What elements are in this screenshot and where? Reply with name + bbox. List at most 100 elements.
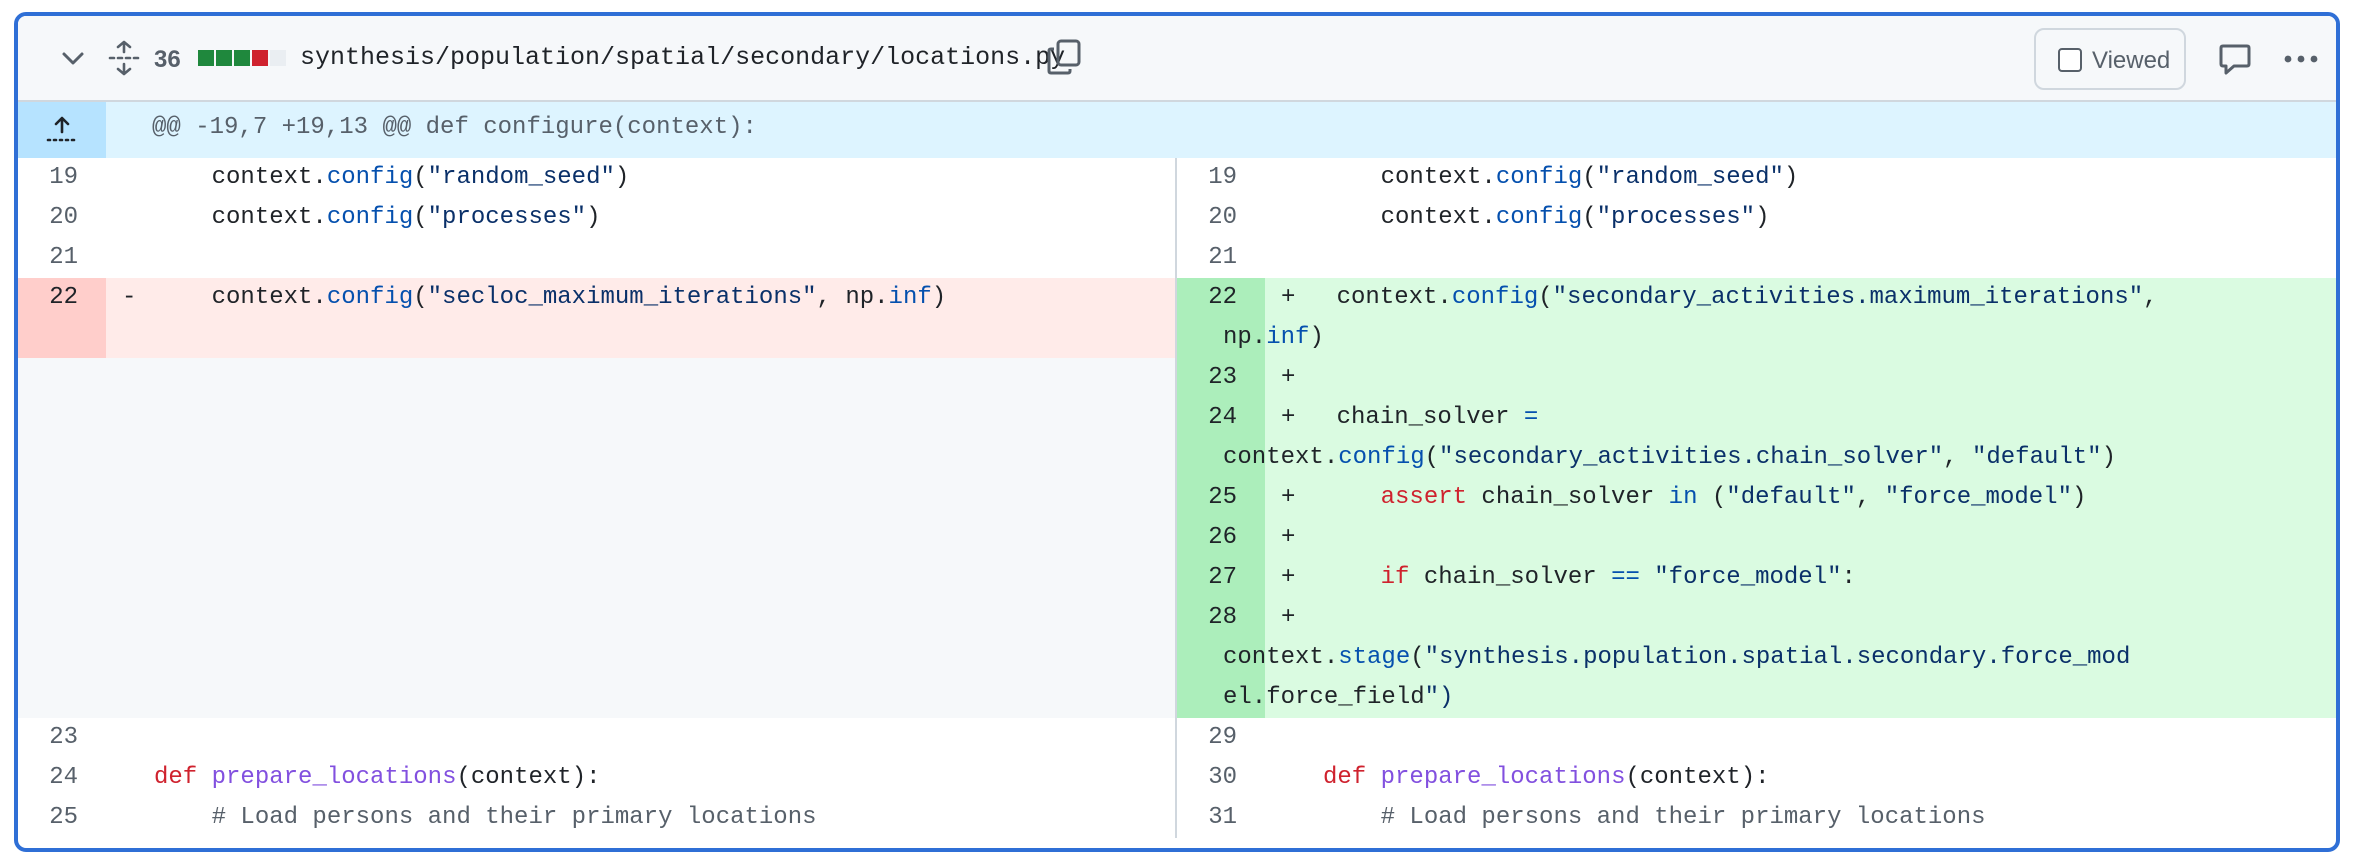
code-line: context.config("processes") [154, 204, 601, 231]
diffstat-block [198, 50, 214, 66]
line-number[interactable]: 31 [1177, 798, 1265, 838]
line-number[interactable]: 27 [1177, 558, 1265, 598]
left-cell: 25 # Load persons and their primary loca… [18, 798, 1177, 838]
code-line: chain_solver = context.config("secondary… [1223, 404, 2116, 471]
kebab-icon[interactable] [2282, 44, 2320, 74]
line-number[interactable]: 25 [18, 798, 106, 838]
left-cell [18, 558, 1177, 598]
diff-row: 24 def prepare_locations(context): 30 def p… [18, 758, 2336, 798]
line-number[interactable]: 20 [18, 198, 106, 238]
right-cell: 29 [1177, 718, 2336, 758]
deletion-marker: - [122, 284, 137, 311]
line-number[interactable]: 22 [18, 278, 106, 358]
right-cell: 25 + assert chain_solver in ("default", "… [1177, 478, 2336, 518]
line-number[interactable]: 19 [18, 158, 106, 198]
diff-row: 23 29 [18, 718, 2336, 758]
diff-row: 25 # Load persons and their primary loca… [18, 798, 2336, 838]
line-number[interactable]: 25 [1177, 478, 1265, 518]
viewed-checkbox[interactable] [2058, 48, 2082, 72]
right-cell: 31 # Load persons and their primary loca… [1177, 798, 2336, 838]
code-line: context.config("secondary_activities.max… [1223, 284, 2158, 351]
addition-marker: + [1281, 404, 1296, 431]
addition-marker: + [1281, 364, 1296, 391]
expand-up-button[interactable] [18, 102, 106, 158]
code-line: def prepare_locations(context): [154, 764, 601, 791]
context-marker [106, 238, 150, 278]
chevron-down-icon[interactable] [60, 46, 86, 72]
line-number[interactable]: 23 [1177, 358, 1265, 398]
addition-marker: + [1281, 604, 1296, 631]
empty-gutter [18, 398, 106, 478]
context-marker [106, 758, 150, 798]
context-marker [1265, 158, 1309, 198]
diff-row: 27 + if chain_solver == "force_model": [18, 558, 2336, 598]
hunk-header-text: @@ -19,7 +19,13 @@ def configure(context… [152, 114, 757, 141]
line-number[interactable]: 26 [1177, 518, 1265, 558]
line-number[interactable]: 20 [1177, 198, 1265, 238]
diff-row: 28 + context.stage("synthesis.population.… [18, 598, 2336, 718]
viewed-button[interactable]: Viewed [2034, 28, 2186, 90]
split-diff: 19 context.config("random_seed") 19 conte… [18, 158, 2336, 838]
comment-icon[interactable] [2218, 42, 2252, 76]
right-cell: 23 + [1177, 358, 2336, 398]
diffstat-block [270, 50, 286, 66]
left-cell [18, 398, 1177, 478]
left-cell: 19 context.config("random_seed") [18, 158, 1177, 198]
line-number[interactable]: 23 [18, 718, 106, 758]
right-cell: 30 def prepare_locations(context): [1177, 758, 2336, 798]
context-marker [106, 198, 150, 238]
code-line: context.config("random_seed") [154, 164, 630, 191]
code-line: context.stage("synthesis.population.spat… [1223, 644, 2131, 711]
right-cell: 28 + context.stage("synthesis.population.… [1177, 598, 2336, 718]
right-cell: 20 context.config("processes") [1177, 198, 2336, 238]
left-cell [18, 358, 1177, 398]
expand-icon[interactable] [108, 40, 140, 76]
context-marker [106, 798, 150, 838]
empty-gutter [18, 518, 106, 558]
code-line: context.config("processes") [1323, 204, 1770, 231]
diffstat-block [216, 50, 232, 66]
context-marker [1265, 198, 1309, 238]
copy-icon[interactable] [1046, 38, 1082, 76]
line-number[interactable]: 29 [1177, 718, 1265, 758]
context-marker [1265, 798, 1309, 838]
left-cell: 22- context.config("secloc_maximum_itera… [18, 278, 1177, 358]
right-cell: 21 [1177, 238, 2336, 278]
line-number[interactable]: 21 [18, 238, 106, 278]
empty-gutter [18, 478, 106, 518]
right-cell: 24 + chain_solver = context.config("secon… [1177, 398, 2336, 478]
code-line: context.config("random_seed") [1323, 164, 1799, 191]
right-cell: 19 context.config("random_seed") [1177, 158, 2336, 198]
left-cell [18, 518, 1177, 558]
diff-row: 21 21 [18, 238, 2336, 278]
code-line: if chain_solver == "force_model": [1380, 564, 1856, 591]
expand-up-icon [46, 116, 76, 142]
hunk-header: @@ -19,7 +19,13 @@ def configure(context… [18, 102, 2336, 158]
changes-count: 36 [154, 46, 181, 73]
empty-gutter [18, 558, 106, 598]
line-number[interactable]: 19 [1177, 158, 1265, 198]
file-path[interactable]: synthesis/population/spatial/secondary/l… [300, 43, 1065, 72]
right-cell: 27 + if chain_solver == "force_model": [1177, 558, 2336, 598]
diffstat [198, 50, 286, 66]
empty-gutter [18, 598, 106, 718]
diff-row: 19 context.config("random_seed") 19 conte… [18, 158, 2336, 198]
diffstat-block [252, 50, 268, 66]
diff-file-card: 36 synthesis/population/spatial/secondar… [14, 12, 2340, 852]
left-cell: 20 context.config("processes") [18, 198, 1177, 238]
line-number[interactable]: 21 [1177, 238, 1265, 278]
code-line: # Load persons and their primary locatio… [211, 804, 817, 831]
line-number[interactable]: 30 [1177, 758, 1265, 798]
context-marker [1265, 718, 1309, 758]
line-number[interactable]: 24 [18, 758, 106, 798]
code-line: def prepare_locations(context): [1323, 764, 1770, 791]
code-line: context.config("secloc_maximum_iteration… [154, 284, 947, 311]
left-cell: 24 def prepare_locations(context): [18, 758, 1177, 798]
right-cell: 26 + [1177, 518, 2336, 558]
